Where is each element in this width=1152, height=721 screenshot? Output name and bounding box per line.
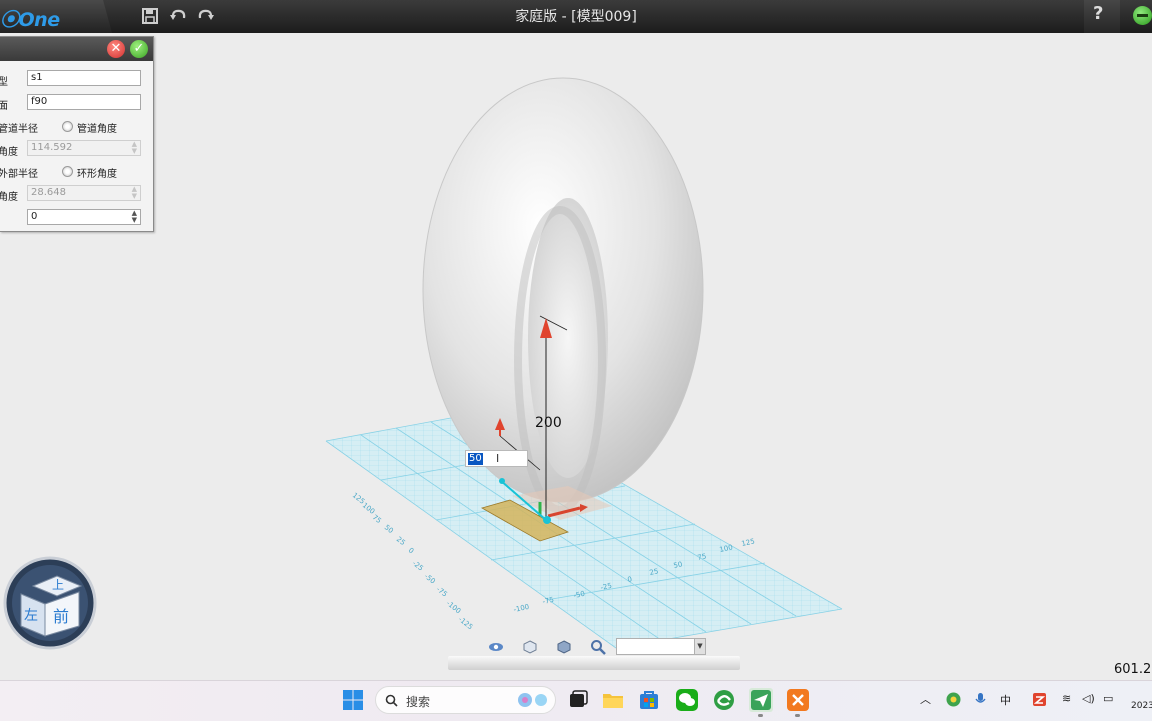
minimize-button[interactable]	[1133, 6, 1152, 25]
tick-label: -125	[457, 615, 474, 631]
eye-icon[interactable]	[488, 639, 504, 655]
dimension-input-value[interactable]: 50	[468, 453, 483, 465]
shape-label: 型	[0, 77, 8, 88]
zoom-icon[interactable]	[590, 639, 606, 655]
browser-icon[interactable]	[712, 688, 736, 712]
running-indicator	[795, 714, 800, 717]
help-icon[interactable]: ?	[1093, 3, 1103, 24]
tick-label: 125	[741, 537, 756, 548]
angle1-value: 114.592	[31, 142, 73, 153]
angle2-label: 角度	[0, 192, 18, 203]
tick-label: 50	[383, 523, 395, 535]
tick-label: -100	[445, 599, 462, 615]
volume-icon[interactable]: ◁)	[1082, 692, 1095, 705]
editor-app-icon[interactable]	[786, 688, 810, 712]
spinner-icon[interactable]: ▲ ▼	[132, 210, 137, 224]
tray-overflow-icon[interactable]: ︿	[920, 691, 931, 707]
file-explorer-icon[interactable]	[601, 688, 625, 712]
pipe-angle-radio[interactable]	[62, 121, 73, 132]
ring-angle-option[interactable]: 环形角度	[77, 165, 117, 180]
face-field[interactable]: f90	[27, 94, 141, 110]
dimension-input[interactable]: 50 Ι	[465, 450, 528, 467]
pipe-angle-option[interactable]: 管道角度	[77, 120, 117, 135]
tick-label: -100	[513, 603, 530, 614]
wechat-icon[interactable]	[675, 688, 699, 712]
view-dropdown[interactable]: ▼	[616, 638, 706, 655]
tick-label: -75	[542, 596, 555, 606]
angle1-label: 角度	[0, 147, 18, 158]
wifi-icon[interactable]: ≋	[1062, 692, 1071, 705]
ring-angle-radio[interactable]	[62, 166, 73, 177]
tick-label: -25	[411, 559, 425, 572]
view-cube-left-label: 左	[24, 608, 38, 624]
task-view-icon[interactable]	[566, 688, 590, 712]
3d-scene[interactable]: 125 100 75 50 25 0 -25 -50 -75 -100 -125…	[0, 33, 1152, 680]
running-indicator	[758, 714, 763, 717]
tick-label: 100	[361, 501, 376, 516]
pipe-radius-option[interactable]: 管道半径	[0, 120, 38, 135]
chevron-down-icon[interactable]: ▼	[694, 639, 705, 654]
store-icon[interactable]	[637, 688, 661, 712]
view-cube-top-label: 上	[52, 578, 64, 592]
check-icon: ✓	[133, 41, 145, 56]
tray-app-icon[interactable]	[946, 692, 961, 707]
title-bar: ⦿One 家庭版 - [模型009] ?	[0, 0, 1152, 33]
confirm-button[interactable]: ✓	[130, 40, 148, 58]
angle1-field: 114.592 ▲ ▼	[27, 140, 141, 156]
search-highlight-icon	[518, 693, 547, 707]
view-toolbar-base	[448, 656, 740, 670]
close-icon: ✕	[110, 41, 122, 56]
window-title: 家庭版 - [模型009]	[515, 9, 637, 25]
panel-header: ✕ ✓	[0, 37, 153, 61]
tick-label: -75	[435, 585, 449, 598]
microphone-icon[interactable]	[973, 692, 988, 707]
tick-label: 0	[407, 546, 415, 555]
cube-view-icon[interactable]	[522, 639, 538, 655]
ime-icon[interactable]: 中	[1000, 692, 1011, 708]
shape-field[interactable]: s1	[27, 70, 141, 86]
tick-label: 25	[395, 535, 407, 547]
outer-radius-option[interactable]: 外部半径	[0, 165, 38, 180]
last-field[interactable]: 0 ▲ ▼	[27, 209, 141, 225]
face-label: 面	[0, 101, 8, 112]
angle2-field: 28.648 ▲ ▼	[27, 185, 141, 201]
clock-date[interactable]: 2023	[1131, 701, 1152, 711]
taskbar-search[interactable]: 搜索	[375, 686, 556, 714]
cancel-button[interactable]: ✕	[107, 40, 125, 58]
battery-icon[interactable]: ▭	[1103, 692, 1113, 705]
security-icon[interactable]	[1032, 692, 1047, 707]
angle2-value: 28.648	[31, 187, 66, 198]
coordinate-readout: 601.22	[1114, 662, 1152, 677]
spinner-icon: ▲ ▼	[131, 140, 137, 155]
last-value[interactable]: 0	[31, 211, 37, 222]
tick-label: -50	[423, 572, 437, 585]
tick-label: 75	[371, 513, 383, 525]
dimension-label: 200	[535, 415, 562, 431]
view-cube-front-label: 前	[53, 607, 69, 626]
windows-start-icon[interactable]	[341, 688, 365, 712]
search-icon	[385, 694, 398, 707]
render-mode-icon[interactable]	[556, 639, 572, 655]
text-cursor-icon: Ι	[496, 452, 500, 465]
search-label: 搜索	[406, 695, 431, 709]
3done-app-icon[interactable]	[749, 688, 773, 712]
torus-property-panel: ✕ ✓ 型 s1 面 f90 管道半径 管道角度 角度 114.592 ▲ ▼ 外部…	[0, 36, 154, 232]
view-cube[interactable]: 上 左 前	[3, 556, 98, 651]
spinner-icon: ▲ ▼	[131, 185, 137, 200]
